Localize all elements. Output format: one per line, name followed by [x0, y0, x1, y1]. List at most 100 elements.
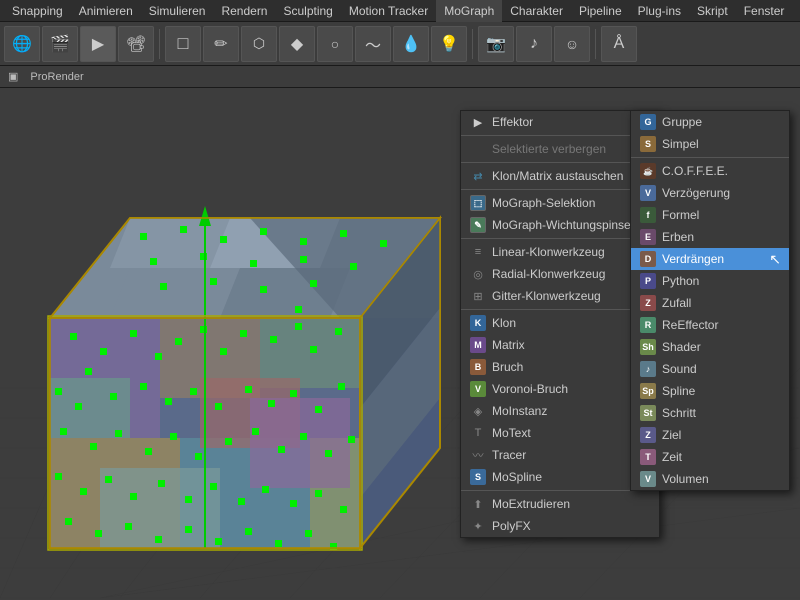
menu-reeffector[interactable]: R ReEffector [631, 314, 789, 336]
toolbar-sep2 [472, 29, 473, 59]
tb-box[interactable]: □ [165, 26, 201, 62]
tb-bulb[interactable]: 💡 [431, 26, 467, 62]
tb-film[interactable]: 🎬 [42, 26, 78, 62]
menu-charakter[interactable]: Charakter [502, 0, 571, 22]
bruch-icon: B [469, 358, 487, 376]
schritt-icon: St [639, 404, 657, 422]
bruch-label: Bruch [492, 360, 651, 374]
tb-film2[interactable]: ▶ [80, 26, 116, 62]
menu-formel[interactable]: f Formel [631, 204, 789, 226]
viewport: ▶ Effektor ▶ Selektierte verbergen ⇄ Klo… [0, 88, 800, 600]
effektor-dropdown: G Gruppe S Simpel ☕ C.O.F.F.E.E. V Verzö… [630, 110, 790, 491]
erben-icon: E [639, 228, 657, 246]
menu-motion-tracker[interactable]: Motion Tracker [341, 0, 436, 22]
wichtung-icon: ✎ [469, 216, 487, 234]
verd-icon: D [639, 250, 657, 268]
zeit-label: Zeit [662, 450, 781, 464]
cursor-indicator: ↖ [769, 251, 781, 268]
sound-label: Sound [662, 362, 781, 376]
tb-circle[interactable]: ○ [317, 26, 353, 62]
ziel-label: Ziel [662, 428, 781, 442]
tb-char[interactable]: Å [601, 26, 637, 62]
moext-label: MoExtrudieren [492, 497, 651, 511]
motext-icon: T [469, 424, 487, 442]
tb-shape[interactable]: ◆ [279, 26, 315, 62]
menu-coffee[interactable]: ☕ C.O.F.F.E.E. [631, 160, 789, 182]
menu-polyfx[interactable]: ✦ PolyFX [461, 515, 659, 537]
tb-note[interactable]: ♪ [516, 26, 552, 62]
menu-sculpting[interactable]: Sculpting [275, 0, 340, 22]
effektor-label: Effektor [492, 115, 643, 129]
toolbar-sep1 [159, 29, 160, 59]
tb-cam[interactable]: 📷 [478, 26, 514, 62]
menu-rendern[interactable]: Rendern [213, 0, 275, 22]
wichtung-label: MoGraph-Wichtungspinsel [492, 218, 651, 232]
menu-erben[interactable]: E Erben [631, 226, 789, 248]
toolbar-sep3 [595, 29, 596, 59]
menu-python[interactable]: P Python [631, 270, 789, 292]
menu-gruppe[interactable]: G Gruppe [631, 111, 789, 133]
menu-schritt[interactable]: St Schritt [631, 402, 789, 424]
menu-simpel[interactable]: S Simpel [631, 133, 789, 155]
mospline-icon: S [469, 468, 487, 486]
motext-label: MoText [492, 426, 651, 440]
menu-shader[interactable]: Sh Shader [631, 336, 789, 358]
linear-icon: ≡ [469, 243, 487, 261]
tb-world[interactable]: 🌐 [4, 26, 40, 62]
toolbar2-prorender[interactable]: ProRender [26, 69, 87, 85]
linear-label: Linear-Klonwerkzeug [492, 245, 651, 259]
reeff-label: ReEffector [662, 318, 781, 332]
erben-label: Erben [662, 230, 781, 244]
menu-snapping[interactable]: Snapping [4, 0, 71, 22]
formel-icon: f [639, 206, 657, 224]
formel-label: Formel [662, 208, 781, 222]
menu-skript[interactable]: Skript [689, 0, 736, 22]
moext-icon: ⬆ [469, 495, 487, 513]
tb-face[interactable]: ☺ [554, 26, 590, 62]
coffee-label: C.O.F.F.E.E. [662, 164, 781, 178]
menu-moextrudieren[interactable]: ⬆ MoExtrudieren [461, 493, 659, 515]
gitter-icon: ⊞ [469, 287, 487, 305]
tb-cube3d[interactable]: ⬡ [241, 26, 277, 62]
verz-icon: V [639, 184, 657, 202]
python-icon: P [639, 272, 657, 290]
menu-plug-ins[interactable]: Plug-ins [630, 0, 689, 22]
polyfx-icon: ✦ [469, 517, 487, 535]
eff-sep1 [631, 157, 789, 158]
radial-label: Radial-Klonwerkzeug [492, 267, 651, 281]
menu-simulieren[interactable]: Simulieren [141, 0, 214, 22]
tb-drop[interactable]: 💧 [393, 26, 429, 62]
matrix-icon: M [469, 336, 487, 354]
moinstanz-icon: ◈ [469, 402, 487, 420]
menu-sound[interactable]: ♪ Sound [631, 358, 789, 380]
klon-matrix-label: Klon/Matrix austauschen [492, 169, 651, 183]
menu-animieren[interactable]: Animieren [71, 0, 141, 22]
menu-zufall[interactable]: Z Zufall [631, 292, 789, 314]
menu-volumen[interactable]: V Volumen [631, 468, 789, 490]
spline-label: Spline [662, 384, 781, 398]
klon-label: Klon [492, 316, 651, 330]
verz-label: Verzögerung [662, 186, 781, 200]
menu-mograph[interactable]: MoGraph [436, 0, 502, 22]
verbergen-label: Selektierte verbergen [492, 142, 651, 156]
schritt-label: Schritt [662, 406, 781, 420]
ziel-icon: Z [639, 426, 657, 444]
spline-icon: Sp [639, 382, 657, 400]
menu-ziel[interactable]: Z Ziel [631, 424, 789, 446]
menu-zeit[interactable]: T Zeit [631, 446, 789, 468]
shader-icon: Sh [639, 338, 657, 356]
toolbar2-mode[interactable]: ▣ [4, 68, 22, 85]
shader-label: Shader [662, 340, 781, 354]
menu-verzogerung[interactable]: V Verzögerung [631, 182, 789, 204]
menu-pipeline[interactable]: Pipeline [571, 0, 630, 22]
menu-verdrangen[interactable]: D Verdrängen ↖ [631, 248, 789, 270]
toolbar2: ▣ ProRender [0, 66, 800, 88]
menu-spline[interactable]: Sp Spline [631, 380, 789, 402]
menu-fenster[interactable]: Fenster [736, 0, 793, 22]
tb-video[interactable]: 📽 [118, 26, 154, 62]
tb-pen[interactable]: ✏ [203, 26, 239, 62]
gruppe-label: Gruppe [662, 115, 781, 129]
tb-curve[interactable]: 〜 [355, 26, 391, 62]
sound-icon: ♪ [639, 360, 657, 378]
simpel-icon: S [639, 135, 657, 153]
